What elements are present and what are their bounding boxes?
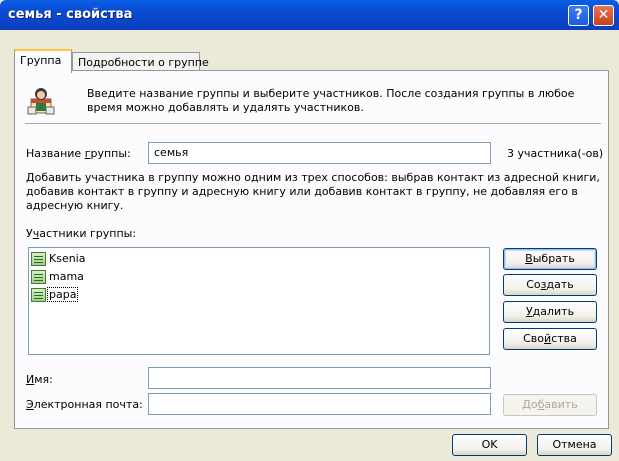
properties-dialog: семья - свойства ? ✕ Группа Подробности … (0, 0, 619, 461)
properties-button-label: Сво (523, 332, 545, 345)
delete-button-label: далить (532, 305, 575, 318)
create-contact-button[interactable]: Создать контакт (503, 274, 597, 311)
member-name: mama (49, 270, 84, 283)
cancel-button[interactable]: Отмена (537, 434, 612, 456)
properties-button[interactable]: Свойства (503, 328, 597, 350)
name-label: Имя: (26, 373, 53, 386)
add-button-label: авить (544, 398, 578, 411)
add-button[interactable]: Добавить (503, 394, 597, 416)
contact-card-icon (31, 270, 46, 284)
tab-panel: Введите название группы и выберите участ… (14, 70, 609, 429)
select-button[interactable]: Выбрать (503, 248, 597, 270)
members-label-part: астники группы: (39, 227, 137, 240)
tab-group[interactable]: Группа (14, 49, 72, 73)
help-button[interactable]: ? (568, 5, 589, 26)
close-button[interactable]: ✕ (593, 5, 614, 26)
intro-text: Введите название группы и выберите участ… (87, 87, 575, 114)
tab-group-details-label: Подробности о группе (78, 56, 209, 69)
contact-card-icon (31, 252, 46, 266)
member-name: papa (46, 287, 79, 302)
ok-button-label: OK (481, 438, 498, 451)
email-label-hotkey: Э (26, 398, 34, 411)
divider (25, 123, 601, 124)
tab-group-label: Группа (20, 54, 62, 67)
email-label-part: лектронная почта: (33, 398, 143, 411)
properties-button-label: ства (551, 332, 577, 345)
help-icon: ? (574, 7, 583, 23)
select-button-hotkey: В (525, 252, 533, 265)
cancel-button-label: Отмена (552, 438, 597, 451)
ok-button[interactable]: OK (452, 434, 527, 456)
delete-button-hotkey: У (525, 305, 533, 318)
group-name-label-part: руппы: (90, 147, 131, 160)
group-name-value: семья (154, 146, 189, 159)
name-label-hotkey: И (26, 373, 35, 386)
title-bar[interactable]: семья - свойства ? ✕ (0, 0, 619, 30)
email-input[interactable] (148, 393, 491, 415)
add-description: Добавить участника в группу можно одним … (26, 171, 600, 212)
contact-card-icon (31, 288, 46, 302)
close-icon: ✕ (597, 7, 610, 23)
members-label-part: У (26, 227, 33, 240)
members-label: Участники группы: (26, 227, 136, 240)
member-name: Ksenia (49, 252, 86, 265)
add-button-label: До (522, 398, 538, 411)
group-people-icon (27, 88, 55, 115)
window-title: семья - свойства (8, 7, 133, 22)
name-input[interactable] (148, 367, 491, 389)
tab-group-details[interactable]: Подробности о группе (72, 52, 209, 72)
group-name-label: Название группы: (26, 147, 131, 160)
delete-button[interactable]: Удалить (503, 301, 597, 323)
member-count: 3 участника(-ов) (507, 147, 604, 160)
select-button-label: ыбрать (532, 252, 575, 265)
group-name-label-part: Название (26, 147, 85, 160)
members-list[interactable]: Ksenia mama papa (28, 247, 490, 355)
email-label: Электронная почта: (26, 398, 143, 411)
name-label-part: мя: (34, 373, 53, 386)
create-contact-button-label: Со (526, 278, 541, 291)
group-name-input[interactable]: семья (148, 142, 491, 164)
